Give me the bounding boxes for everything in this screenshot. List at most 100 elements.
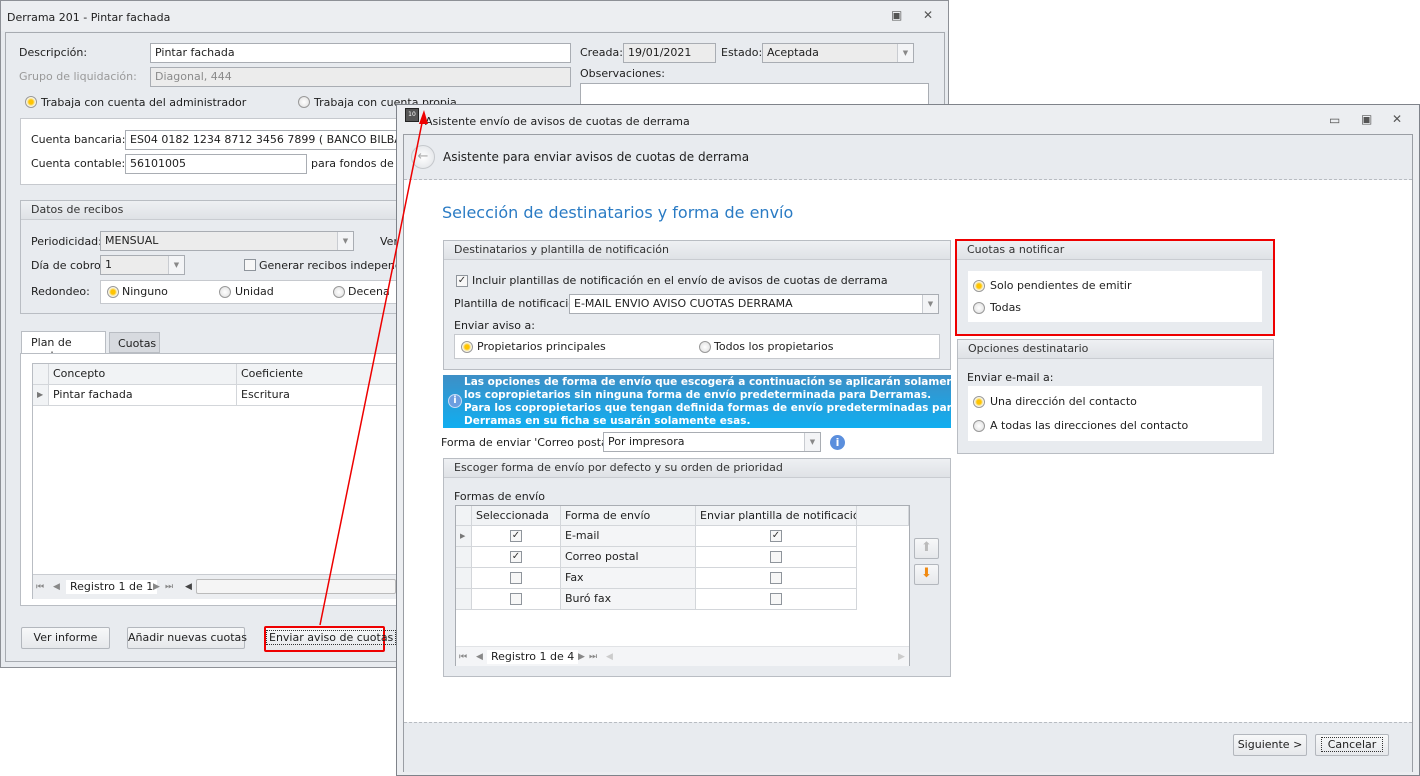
group-title: Destinatarios y plantilla de notificació…	[444, 241, 950, 260]
back-arrow-icon[interactable]: ←	[411, 145, 435, 169]
table-cell[interactable]	[696, 568, 857, 589]
first-record-icon[interactable]: ⏮	[36, 582, 44, 592]
column-header[interactable]: Forma de envío	[561, 506, 696, 526]
plantilla-checkbox[interactable]	[770, 593, 782, 605]
table-cell[interactable]: Pintar fachada	[49, 385, 237, 406]
column-header[interactable]: Seleccionada	[472, 506, 561, 526]
arrow-up-icon: ⬆	[921, 540, 932, 555]
seleccionada-checkbox[interactable]	[510, 593, 522, 605]
periodicidad-select[interactable]: MENSUAL ▼	[100, 231, 354, 251]
ver-informe-button[interactable]: Ver informe	[21, 627, 110, 649]
plantilla-select[interactable]: E-MAIL ENVIO AVISO CUOTAS DERRAMA ▼	[569, 294, 939, 314]
grupo-input: Diagonal, 444	[150, 67, 571, 87]
tab-plan-gastos[interactable]: Plan de gastos	[21, 331, 106, 362]
minimize-icon[interactable]: ▭	[1329, 113, 1340, 127]
cuenta-bancaria-label: Cuenta bancaria:	[31, 133, 126, 146]
correo-postal-select[interactable]: Por impresora ▼	[603, 432, 821, 452]
radio-decena[interactable]	[333, 286, 345, 298]
table-cell[interactable]: Fax	[561, 568, 696, 589]
info-icon[interactable]: i	[830, 435, 845, 450]
descripcion-input[interactable]: Pintar fachada	[150, 43, 571, 63]
row-indicator[interactable]	[456, 589, 472, 610]
table-cell[interactable]: Buró fax	[561, 589, 696, 610]
restore-icon[interactable]: ▣	[891, 8, 902, 22]
seleccionada-checkbox[interactable]: ✓	[510, 530, 522, 542]
radio-todas[interactable]	[973, 302, 985, 314]
prev-record-icon[interactable]: ◀	[476, 652, 483, 662]
row-indicator[interactable]: ▶	[456, 526, 472, 547]
estado-label: Estado:	[721, 46, 763, 59]
next-record-icon[interactable]: ▶	[153, 582, 160, 592]
grupo-label: Grupo de liquidación:	[19, 70, 137, 83]
radio-cuenta-propia[interactable]	[298, 96, 310, 108]
row-indicator[interactable]	[456, 568, 472, 589]
table-cell[interactable]: E-mail	[561, 526, 696, 547]
table-cell[interactable]	[696, 589, 857, 610]
radio-propietarios-principales[interactable]	[461, 341, 473, 353]
restore-icon[interactable]: ▣	[1361, 112, 1372, 126]
table-cell[interactable]	[472, 568, 561, 589]
dia-cobro-label: Día de cobro:	[31, 259, 105, 272]
prev-record-icon[interactable]: ◀	[53, 582, 60, 592]
radio-unidad[interactable]	[219, 286, 231, 298]
table-cell[interactable]: ✓	[472, 547, 561, 568]
estado-select[interactable]: Aceptada ▼	[762, 43, 914, 63]
next-record-icon[interactable]: ▶	[578, 652, 585, 662]
descripcion-label: Descripción:	[19, 46, 88, 59]
chevron-down-icon: ▼	[804, 433, 820, 451]
scroll-left-icon[interactable]: ◀	[606, 652, 613, 662]
radio-cuenta-admin[interactable]	[25, 96, 37, 108]
info-line: Las opciones de forma de envío que escog…	[464, 376, 977, 388]
seleccionada-checkbox[interactable]: ✓	[510, 551, 522, 563]
cuenta-bancaria-input[interactable]: ES04 0182 1234 8712 3456 7899 ( BANCO BI…	[125, 130, 415, 150]
creada-input: 19/01/2021	[623, 43, 716, 63]
table-cell[interactable]	[472, 589, 561, 610]
first-record-icon[interactable]: ⏮	[459, 652, 467, 662]
close-icon[interactable]: ✕	[1392, 112, 1402, 126]
scroll-left-icon[interactable]: ◀	[185, 582, 192, 592]
redondeo-label: Redondeo:	[31, 285, 90, 298]
siguiente-button[interactable]: Siguiente >	[1233, 734, 1307, 756]
move-up-button[interactable]: ⬆	[914, 538, 939, 559]
table-cell[interactable]: Escritura	[237, 385, 403, 406]
radio-todas-direcciones[interactable]	[973, 420, 985, 432]
table-cell[interactable]: Correo postal	[561, 547, 696, 568]
tab-cuotas[interactable]: Cuotas	[109, 332, 160, 353]
radio-una-direccion[interactable]	[973, 396, 985, 408]
cancelar-button[interactable]: Cancelar	[1315, 734, 1389, 756]
page-title: Selección de destinatarios y forma de en…	[442, 203, 794, 222]
incluir-plantillas-checkbox[interactable]: ✓	[456, 275, 468, 287]
wizard-header-text: Asistente para enviar avisos de cuotas d…	[443, 150, 750, 164]
plantilla-checkbox[interactable]	[770, 551, 782, 563]
row-indicator[interactable]	[456, 547, 472, 568]
enviar-aviso-button[interactable]: Enviar aviso de cuotas	[264, 626, 397, 652]
periodicidad-label: Periodicidad:	[31, 235, 102, 248]
plantilla-label: Plantilla de notificación:	[454, 297, 586, 310]
grid-navigator: ⏮ ◀ Registro 1 de 1 ▶ ⏭ ◀	[33, 574, 403, 599]
plantilla-checkbox[interactable]	[770, 572, 782, 584]
table-cell[interactable]: ✓	[472, 526, 561, 547]
column-header[interactable]: Enviar plantilla de notificación	[696, 506, 857, 526]
generar-recibos-label: Generar recibos independien	[259, 259, 419, 272]
column-header[interactable]: Concepto	[49, 364, 237, 385]
radio-label: Todos los propietarios	[714, 340, 834, 353]
horizontal-scrollbar[interactable]	[196, 579, 396, 594]
cuenta-contable-input[interactable]: 56101005	[125, 154, 307, 174]
table-cell[interactable]: ✓	[696, 526, 857, 547]
plantilla-checkbox[interactable]: ✓	[770, 530, 782, 542]
close-icon[interactable]: ✕	[923, 8, 933, 22]
last-record-icon[interactable]: ⏭	[165, 582, 173, 592]
generar-recibos-checkbox[interactable]	[244, 259, 256, 271]
last-record-icon[interactable]: ⏭	[589, 652, 597, 662]
move-down-button[interactable]: ⬇	[914, 564, 939, 585]
anadir-cuotas-button[interactable]: Añadir nuevas cuotas	[127, 627, 247, 649]
radio-solo-pendientes[interactable]	[973, 280, 985, 292]
radio-ninguno[interactable]	[107, 286, 119, 298]
seleccionada-checkbox[interactable]	[510, 572, 522, 584]
dia-cobro-select[interactable]: 1 ▼	[100, 255, 185, 275]
column-header[interactable]: Coeficiente	[237, 364, 403, 385]
table-cell[interactable]	[696, 547, 857, 568]
scroll-right-icon[interactable]: ▶	[898, 652, 905, 662]
cancelar-label: Cancelar	[1320, 737, 1384, 752]
radio-todos-propietarios[interactable]	[699, 341, 711, 353]
